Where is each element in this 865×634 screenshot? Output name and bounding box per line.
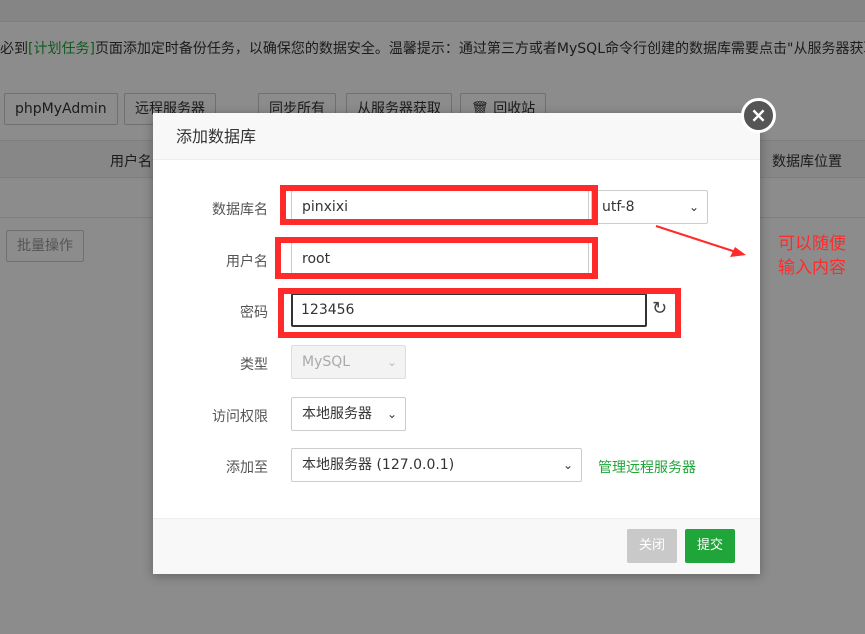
charset-select[interactable]: utf-8 ⌄	[591, 190, 708, 224]
add-to-value: 本地服务器 (127.0.0.1)	[302, 457, 455, 473]
chevron-down-icon: ⌄	[562, 458, 573, 472]
annotation-line2: 输入内容	[778, 258, 846, 278]
type-select: MySQL ⌄	[291, 345, 406, 379]
add-database-dialog: 添加数据库 数据库名 pinxixi utf-8 ⌄ 用户名 root 密码 1…	[153, 113, 760, 574]
close-button[interactable]: 关闭	[627, 529, 678, 563]
type-value: MySQL	[302, 354, 351, 370]
annotation-box-db-name	[280, 185, 598, 225]
chevron-down-icon: ⌄	[386, 407, 397, 421]
annotation-text: 可以随便 输入内容	[778, 232, 846, 280]
submit-button[interactable]: 提交	[685, 529, 736, 563]
annotation-line1: 可以随便	[778, 234, 846, 254]
chevron-down-icon: ⌄	[386, 355, 397, 369]
add-to-select[interactable]: 本地服务器 (127.0.0.1) ⌄	[291, 448, 582, 482]
dialog-title: 添加数据库	[153, 113, 760, 160]
annotation-box-username	[275, 237, 598, 279]
access-select[interactable]: 本地服务器 ⌄	[291, 397, 406, 431]
chevron-down-icon: ⌄	[688, 200, 699, 214]
charset-value: utf-8	[602, 199, 635, 215]
close-icon[interactable]: ×	[741, 98, 776, 133]
password-label: 密码	[240, 305, 268, 321]
annotation-arrow-icon	[655, 225, 746, 257]
dialog-footer: 关闭 提交	[153, 518, 760, 574]
add-to-label: 添加至	[226, 460, 268, 476]
access-label: 访问权限	[212, 409, 268, 425]
annotation-box-password	[278, 288, 681, 338]
type-label: 类型	[240, 357, 268, 373]
manage-remote-servers-link[interactable]: 管理远程服务器	[598, 457, 696, 477]
access-value: 本地服务器	[302, 406, 372, 422]
db-name-label: 数据库名	[212, 202, 268, 218]
username-label: 用户名	[226, 254, 268, 270]
